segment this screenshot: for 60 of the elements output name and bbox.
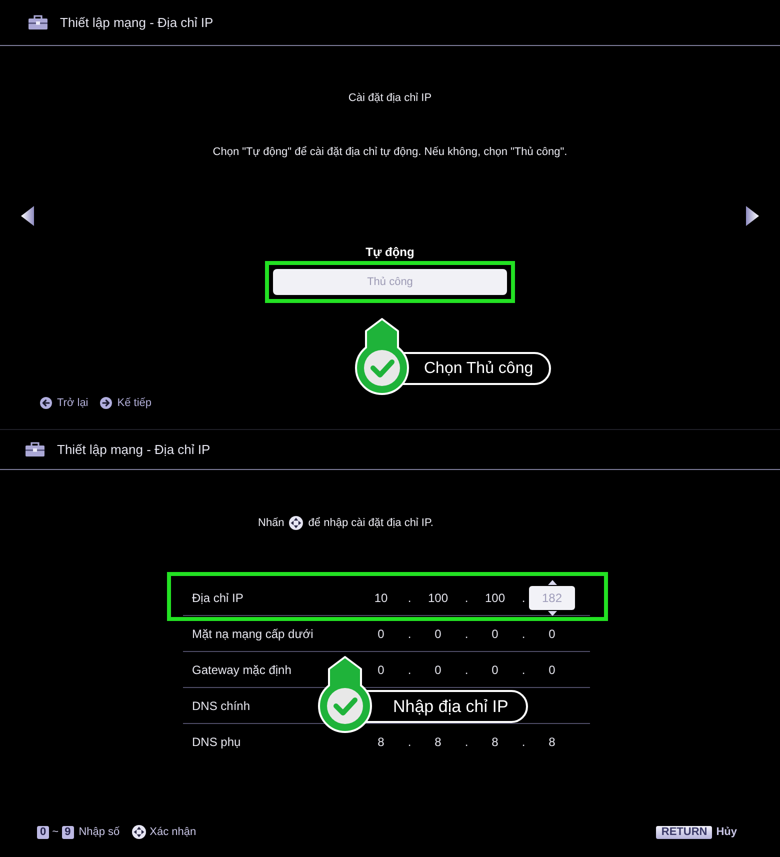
check-pin-icon: [316, 656, 374, 734]
separator-text: .: [522, 662, 526, 676]
field-label: Địa chỉ IP: [191, 590, 244, 604]
right-arrow-icon[interactable]: [746, 206, 759, 226]
octet-value: 8: [378, 735, 384, 749]
separator-text: .: [464, 735, 468, 749]
field-label: DNS chính: [191, 698, 252, 712]
field-label: Gateway mặc định: [191, 662, 292, 676]
instruction-text: Chọn "Tự động" để cài đặt địa chỉ tự động. Nếu không, chọn "Thủ công".: [212, 145, 568, 159]
nav-label: Trở lại: [57, 396, 88, 410]
left-arrow-icon[interactable]: [21, 206, 34, 226]
separator-text: .: [522, 626, 526, 640]
instruction-text: Nhấn: [258, 516, 284, 531]
separator-text: .: [464, 662, 468, 676]
octet-value: 8: [492, 735, 498, 749]
arrow-right-circle-icon: [100, 397, 112, 409]
octet-value: 8: [548, 735, 556, 749]
toolbox-icon: [28, 15, 48, 30]
separator-text: .: [408, 626, 412, 640]
key-badge: RETURN: [656, 826, 712, 838]
key-badge: 0: [37, 826, 50, 838]
octet-value: 0: [378, 626, 384, 640]
octet-value: 0: [492, 626, 498, 640]
separator-text: .: [522, 735, 526, 749]
screen-title: Thiết lập mạng - Địa chỉ IP: [60, 14, 214, 30]
octet-value: 0: [548, 626, 556, 640]
check-pin-icon: [353, 318, 411, 396]
octet-value: 0: [492, 662, 498, 676]
hint-label: Nhập số: [78, 825, 120, 839]
field-label: Mặt nạ mạng cấp dưới: [191, 626, 314, 640]
separator-text: .: [464, 626, 468, 640]
octet-input[interactable]: 182: [529, 586, 575, 610]
hint-label: Hủy: [716, 825, 737, 839]
range-text: ~: [52, 826, 59, 838]
heading-text: Cài đặt địa chỉ IP: [347, 91, 433, 105]
key-badge: 9: [62, 826, 74, 838]
separator-text: .: [408, 590, 412, 604]
separator-text: .: [408, 662, 412, 676]
octet-value: 8: [434, 735, 442, 749]
octet-value: 0: [434, 662, 442, 676]
field-label: DNS phụ: [191, 735, 242, 749]
separator-text: .: [408, 735, 412, 749]
hint-label: Xác nhận: [150, 825, 196, 839]
screen-title: Thiết lập mạng - Địa chỉ IP: [57, 442, 210, 458]
octet-value: 10: [374, 590, 388, 604]
dpad-icon: [289, 516, 304, 530]
nav-label: Kế tiếp: [117, 396, 152, 410]
option-item[interactable]: Tự động: [362, 244, 418, 260]
octet-value: 0: [378, 662, 384, 676]
octet-value: 100: [428, 590, 448, 604]
option-item[interactable]: Thủ công: [273, 269, 507, 295]
instruction-text: để nhập cài đặt địa chỉ IP.: [308, 516, 434, 531]
arrow-left-circle-icon: [40, 397, 52, 409]
octet-value: 0: [548, 662, 556, 676]
dpad-icon: [132, 825, 146, 839]
octet-value: 100: [484, 590, 506, 604]
toolbox-icon: [25, 442, 45, 457]
separator-text: .: [522, 590, 526, 604]
separator-text: .: [464, 590, 468, 604]
octet-value: 0: [434, 626, 442, 640]
